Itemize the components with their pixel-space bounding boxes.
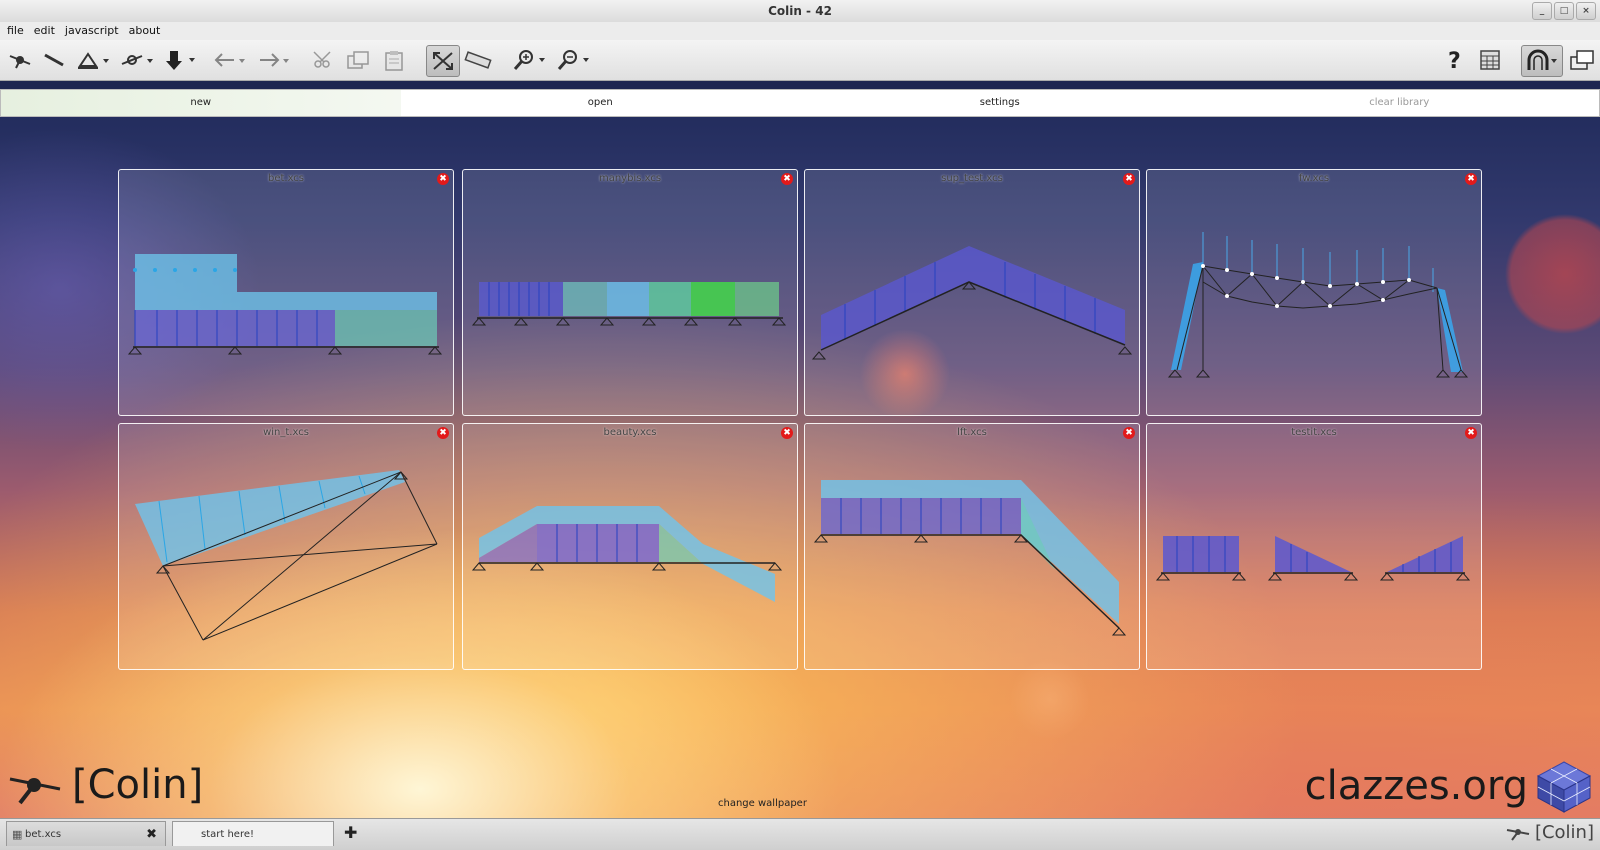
library-card-fw[interactable]: fw.xcs ✖ [1146, 169, 1482, 416]
menu-about[interactable]: about [124, 22, 166, 40]
window-controls: _ □ × [1532, 2, 1596, 20]
cube-icon [1536, 761, 1592, 813]
close-icon[interactable]: ✖ [437, 427, 449, 439]
support-tool-icon[interactable] [74, 45, 112, 75]
testit-preview [1155, 536, 1471, 581]
close-tab-icon[interactable]: ✖ [146, 822, 157, 847]
zoom-out-icon[interactable] [554, 45, 592, 75]
app-name: [Colin] [72, 762, 204, 808]
zoom-in-icon[interactable] [510, 45, 548, 75]
add-tab-icon[interactable]: ✚ [344, 823, 357, 842]
close-icon[interactable]: ✖ [781, 427, 793, 439]
menu-edit[interactable]: edit [29, 22, 60, 40]
tab-new[interactable]: new [1, 90, 401, 116]
document-tab-label: bet.xcs [25, 829, 62, 840]
card-title: testit.xcs [1291, 427, 1337, 438]
fit-view-icon[interactable] [426, 45, 460, 77]
menu-file[interactable]: file [2, 22, 29, 40]
colin-logo-icon [9, 777, 61, 805]
window-title: Colin - 42 [768, 4, 832, 18]
bottom-brand: [Colin] [1505, 822, 1594, 843]
document-tab-label: start here! [201, 829, 255, 840]
document-tab-bar: ▦ bet.xcs ✖ start here! ✚ [Colin] [0, 818, 1600, 850]
card-title: manybis.xcs [598, 173, 662, 184]
card-title: win_t.xcs [263, 427, 309, 438]
copy-tool-icon[interactable] [342, 45, 374, 75]
change-wallpaper-link[interactable]: change wallpaper [718, 798, 807, 809]
undo-icon[interactable] [210, 45, 248, 75]
library-card-sup-test[interactable]: sup_test.xcs ✖ [804, 169, 1140, 416]
manybis-preview [471, 282, 787, 326]
beauty-preview [471, 506, 783, 602]
fw-preview [1167, 232, 1469, 378]
svg-text:?: ? [1448, 49, 1461, 74]
document-tab-start-here[interactable]: start here! [172, 821, 334, 846]
close-icon[interactable]: ✖ [1465, 427, 1477, 439]
toolbar: ? [0, 40, 1600, 81]
windows-icon[interactable] [1566, 45, 1598, 75]
library-card-win-t[interactable]: win_t.xcs ✖ [118, 423, 454, 670]
calculator-icon: ▦ [12, 828, 23, 841]
redo-icon[interactable] [254, 45, 292, 75]
hinge-tool-icon[interactable] [118, 45, 156, 75]
library-card-testit[interactable]: testit.xcs ✖ [1146, 423, 1482, 670]
paste-tool-icon[interactable] [378, 45, 410, 75]
card-title: sup_test.xcs [941, 173, 1003, 184]
library-card-lft[interactable]: lft.xcs ✖ [804, 423, 1140, 670]
bet-preview [127, 254, 443, 355]
close-window-button[interactable]: × [1576, 2, 1596, 20]
tab-settings[interactable]: settings [800, 90, 1200, 116]
card-title: beauty.xcs [603, 427, 657, 438]
library-card-bet[interactable]: bet.xcs ✖ [118, 169, 454, 416]
window-title-bar: Colin - 42 _ □ × [0, 0, 1600, 22]
select-node-tool-icon[interactable] [4, 45, 36, 75]
menu-javascript[interactable]: javascript [60, 22, 124, 40]
sup-test-preview [811, 246, 1133, 360]
clazzes-logo[interactable]: clazzes.org [1305, 758, 1594, 814]
minimize-button[interactable]: _ [1532, 2, 1552, 20]
close-icon[interactable]: ✖ [437, 173, 449, 185]
colin-logo: [Colin] [6, 762, 203, 808]
close-icon[interactable]: ✖ [1123, 173, 1135, 185]
start-tabs: new open settings clear library [0, 89, 1600, 117]
maximize-button[interactable]: □ [1554, 2, 1574, 20]
win-t-preview [135, 470, 438, 641]
toolbar-divider [0, 81, 1600, 89]
ruler-tool-icon[interactable] [462, 45, 494, 75]
website-name: clazzes.org [1304, 763, 1528, 809]
bottom-app-name: [Colin] [1534, 822, 1594, 843]
beam-tool-icon[interactable] [38, 45, 70, 75]
magnet-icon[interactable] [1521, 45, 1563, 77]
card-title: fw.xcs [1298, 173, 1330, 184]
colin-small-icon [1506, 828, 1530, 841]
card-title: bet.xcs [267, 173, 305, 184]
document-tab-bet[interactable]: ▦ bet.xcs ✖ [6, 821, 166, 846]
cut-tool-icon[interactable] [306, 45, 338, 75]
tab-open[interactable]: open [401, 90, 801, 116]
card-title: lft.xcs [957, 427, 987, 438]
tab-clear-library[interactable]: clear library [1200, 90, 1600, 116]
menu-bar: file edit javascript about [0, 22, 1600, 40]
library-card-manybis[interactable]: manybis.xcs ✖ [462, 169, 798, 416]
library-card-beauty[interactable]: beauty.xcs ✖ [462, 423, 798, 670]
close-icon[interactable]: ✖ [1123, 427, 1135, 439]
help-icon[interactable]: ? [1439, 45, 1471, 75]
lft-preview [813, 480, 1127, 636]
close-icon[interactable]: ✖ [781, 173, 793, 185]
calculator-icon[interactable] [1474, 45, 1506, 75]
load-tool-icon[interactable] [160, 45, 198, 75]
close-icon[interactable]: ✖ [1465, 173, 1477, 185]
